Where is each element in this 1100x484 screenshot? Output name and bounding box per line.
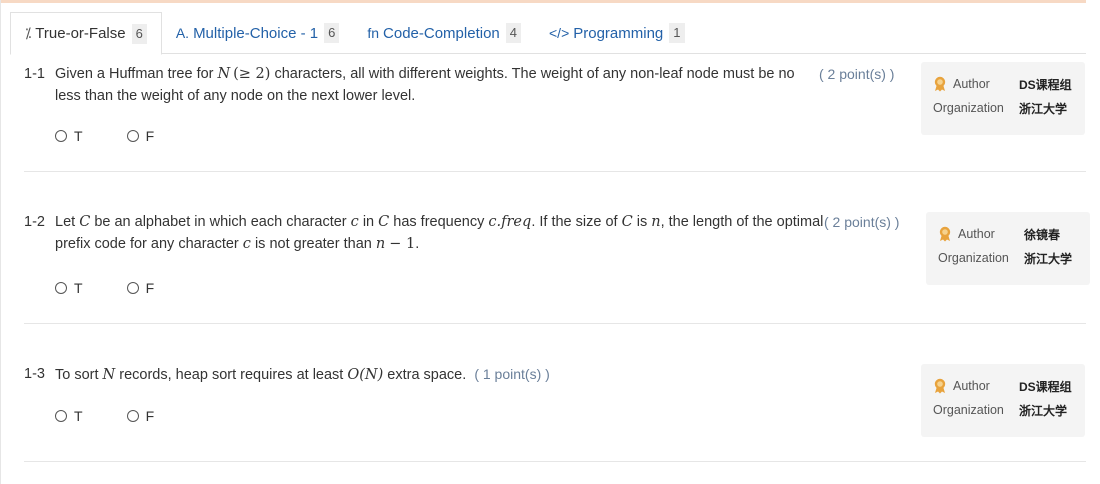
tab-code-completion[interactable]: fn Code-Completion 4	[353, 12, 535, 54]
option-true[interactable]: T	[55, 280, 83, 296]
option-true[interactable]: T	[55, 128, 83, 144]
award-badge-icon	[934, 76, 946, 92]
question-row: 1-2	[24, 211, 55, 233]
organization-label: Organization	[933, 403, 1004, 417]
award-badge-icon	[934, 378, 946, 394]
tab-programming[interactable]: </> Programming 1	[535, 12, 699, 54]
author-card: Author 徐镜春 Organization 浙江大学	[926, 212, 1090, 285]
organization-label: Organization	[933, 101, 1004, 115]
problem-1-2: 1-2 Let C be an alphabet in which each c…	[24, 172, 1090, 324]
question-text: To sort N records, heap sort requires at…	[55, 366, 550, 383]
question-points: ( 2 point(s) )	[824, 214, 900, 230]
check-cross-icon: ⁒	[25, 25, 32, 41]
radio-button[interactable]	[126, 282, 139, 294]
radio-button[interactable]	[55, 130, 67, 142]
problem-1-3: 1-3 To sort N records, heap sort require…	[24, 324, 1086, 462]
tab-true-or-false[interactable]: ⁒ True-or-False 6	[10, 12, 162, 55]
author-label: Author	[958, 227, 995, 241]
question-text: Let C be an alphabet in which each chara…	[55, 214, 824, 252]
option-false[interactable]: F	[126, 128, 154, 144]
problem-1-1: 1-1 Given a Huffman tree for N (≥ 2) cha…	[24, 54, 1086, 172]
question-number: 1-3	[24, 366, 45, 382]
author-card: Author DS课程组 Organization 浙江大学	[921, 364, 1085, 437]
author-name: DS课程组	[1019, 77, 1072, 92]
author-name: 徐镜春	[1024, 227, 1061, 242]
left-border	[0, 0, 1, 484]
organization-name: 浙江大学	[1019, 101, 1068, 116]
organization-label: Organization	[938, 251, 1009, 265]
option-false[interactable]: F	[126, 280, 154, 296]
option-false[interactable]: F	[126, 408, 154, 424]
organization-name: 浙江大学	[1019, 403, 1068, 418]
author-name: DS课程组	[1019, 379, 1072, 394]
author-card: Author DS课程组 Organization 浙江大学	[921, 62, 1085, 135]
author-label: Author	[953, 379, 990, 393]
tab-label: Multiple-Choice - 1	[193, 24, 319, 42]
top-notice-strip	[0, 0, 1086, 3]
question-number: 1-2	[24, 214, 45, 230]
author-label: Author	[953, 77, 990, 91]
answer-options: T F	[55, 408, 154, 424]
organization-name: 浙江大学	[1024, 251, 1073, 266]
tab-count: 6	[131, 23, 147, 44]
tab-count: 4	[505, 23, 521, 43]
code-brackets-icon: </>	[549, 25, 570, 41]
radio-button[interactable]	[55, 282, 67, 294]
radio-button[interactable]	[55, 410, 67, 422]
tab-label: Programming	[573, 24, 664, 42]
choice-a-icon: A.	[175, 25, 190, 41]
function-icon: fn	[367, 25, 380, 41]
problem-type-tabs: ⁒ True-or-False 6 A. Multiple-Choice - 1…	[10, 12, 1086, 55]
award-badge-icon	[939, 226, 951, 242]
tab-count: 6	[324, 23, 340, 43]
question-points: ( 2 point(s) )	[819, 66, 895, 82]
option-true[interactable]: T	[55, 408, 83, 424]
tab-count: 1	[669, 23, 685, 43]
tab-multiple-choice[interactable]: A. Multiple-Choice - 1 6	[162, 12, 354, 54]
tab-label: True-or-False	[35, 25, 126, 42]
answer-options: T F	[55, 128, 154, 144]
question-row: 1-1	[24, 63, 55, 85]
radio-button[interactable]	[126, 130, 139, 142]
question-text: Given a Huffman tree for N (≥ 2) charact…	[55, 66, 795, 104]
question-number: 1-1	[24, 66, 45, 82]
radio-button[interactable]	[126, 410, 139, 422]
answer-options: T F	[55, 280, 154, 296]
tab-label: Code-Completion	[383, 24, 500, 42]
question-points: ( 1 point(s) )	[474, 366, 550, 382]
question-row: 1-3	[24, 363, 55, 385]
